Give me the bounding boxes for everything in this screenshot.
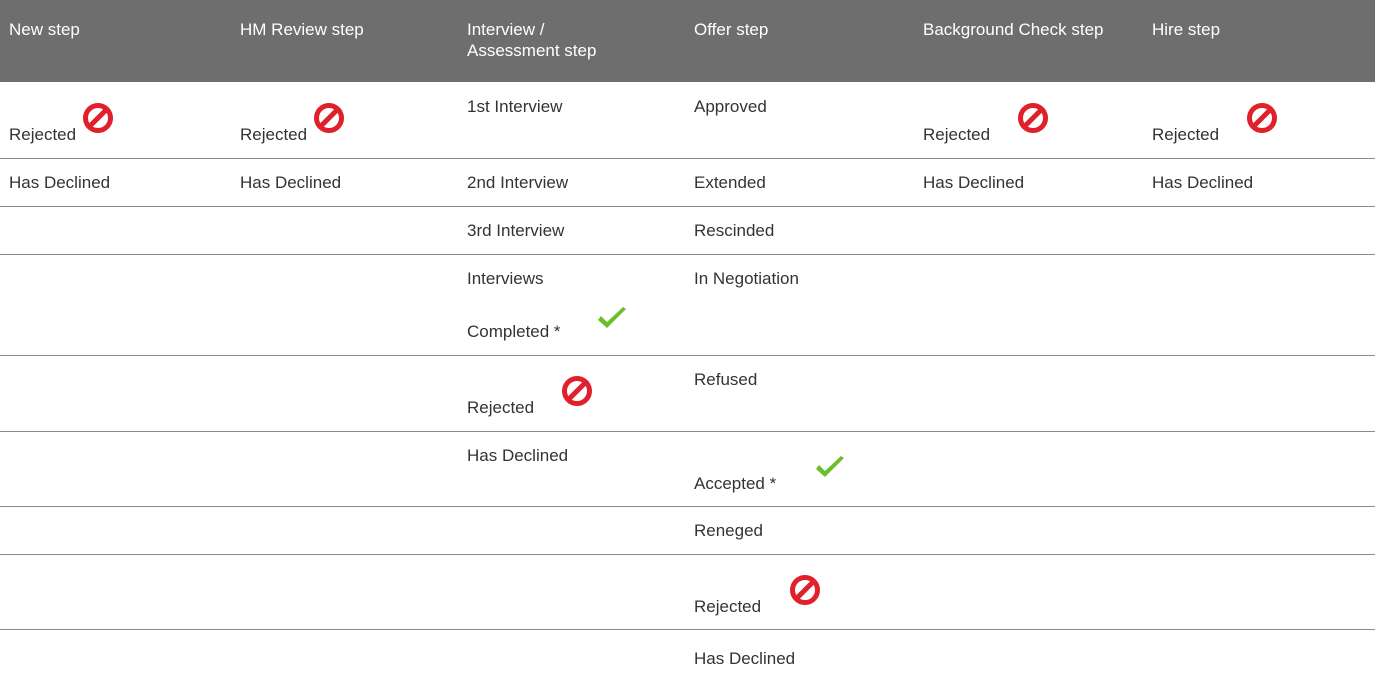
offer-rescinded: Rescinded <box>694 221 775 240</box>
offer-accepted: Accepted * <box>694 474 777 493</box>
row-divider <box>0 158 1375 159</box>
new-step-rejected: Rejected <box>9 125 77 144</box>
header-hm-review-step: HM Review step <box>240 20 364 39</box>
hire-rejected: Rejected <box>1152 125 1220 144</box>
offer-approved: Approved <box>694 97 767 116</box>
interviews-completed-line1: Interviews <box>467 269 544 288</box>
row-divider <box>0 355 1375 356</box>
no-entry-icon <box>81 101 115 135</box>
interviews-completed-line2: Completed * <box>467 322 561 341</box>
no-entry-icon <box>1245 101 1279 135</box>
offer-has-declined: Has Declined <box>694 649 796 668</box>
interview-rejected: Rejected <box>467 398 535 417</box>
row-divider <box>0 629 1375 630</box>
background-check-has-declined: Has Declined <box>923 173 1025 192</box>
header-new-step: New step <box>9 20 80 39</box>
row-divider <box>0 206 1375 207</box>
header-background-check-step: Background Check step <box>923 20 1104 39</box>
new-step-has-declined: Has Declined <box>9 173 111 192</box>
offer-reneged: Reneged <box>694 521 764 540</box>
row-divider <box>0 506 1375 507</box>
interview-1st: 1st Interview <box>467 97 563 116</box>
header-interview-assessment-step: Interview / Assessment step <box>467 20 597 60</box>
offer-refused: Refused <box>694 370 758 389</box>
offer-rejected: Rejected <box>694 597 762 616</box>
interview-3rd: 3rd Interview <box>467 221 565 240</box>
interview-2nd: 2nd Interview <box>467 173 569 192</box>
header-hire-step: Hire step <box>1152 20 1221 39</box>
green-checkmark-icon <box>814 455 846 481</box>
hm-review-rejected: Rejected <box>240 125 308 144</box>
hm-review-has-declined: Has Declined <box>240 173 342 192</box>
row-divider <box>0 554 1375 555</box>
table-header: New step HM Review step Interview / Asse… <box>0 0 1375 82</box>
offer-extended: Extended <box>694 173 766 192</box>
interview-has-declined: Has Declined <box>467 446 569 465</box>
row-divider <box>0 254 1375 255</box>
no-entry-icon <box>788 573 822 607</box>
header-offer-step: Offer step <box>694 20 769 39</box>
row-divider <box>0 431 1375 432</box>
hire-has-declined: Has Declined <box>1152 173 1254 192</box>
no-entry-icon <box>312 101 346 135</box>
no-entry-icon <box>560 374 594 408</box>
no-entry-icon <box>1016 101 1050 135</box>
green-checkmark-icon <box>596 306 628 332</box>
background-check-rejected: Rejected <box>923 125 991 144</box>
offer-in-negotiation: In Negotiation <box>694 269 799 288</box>
